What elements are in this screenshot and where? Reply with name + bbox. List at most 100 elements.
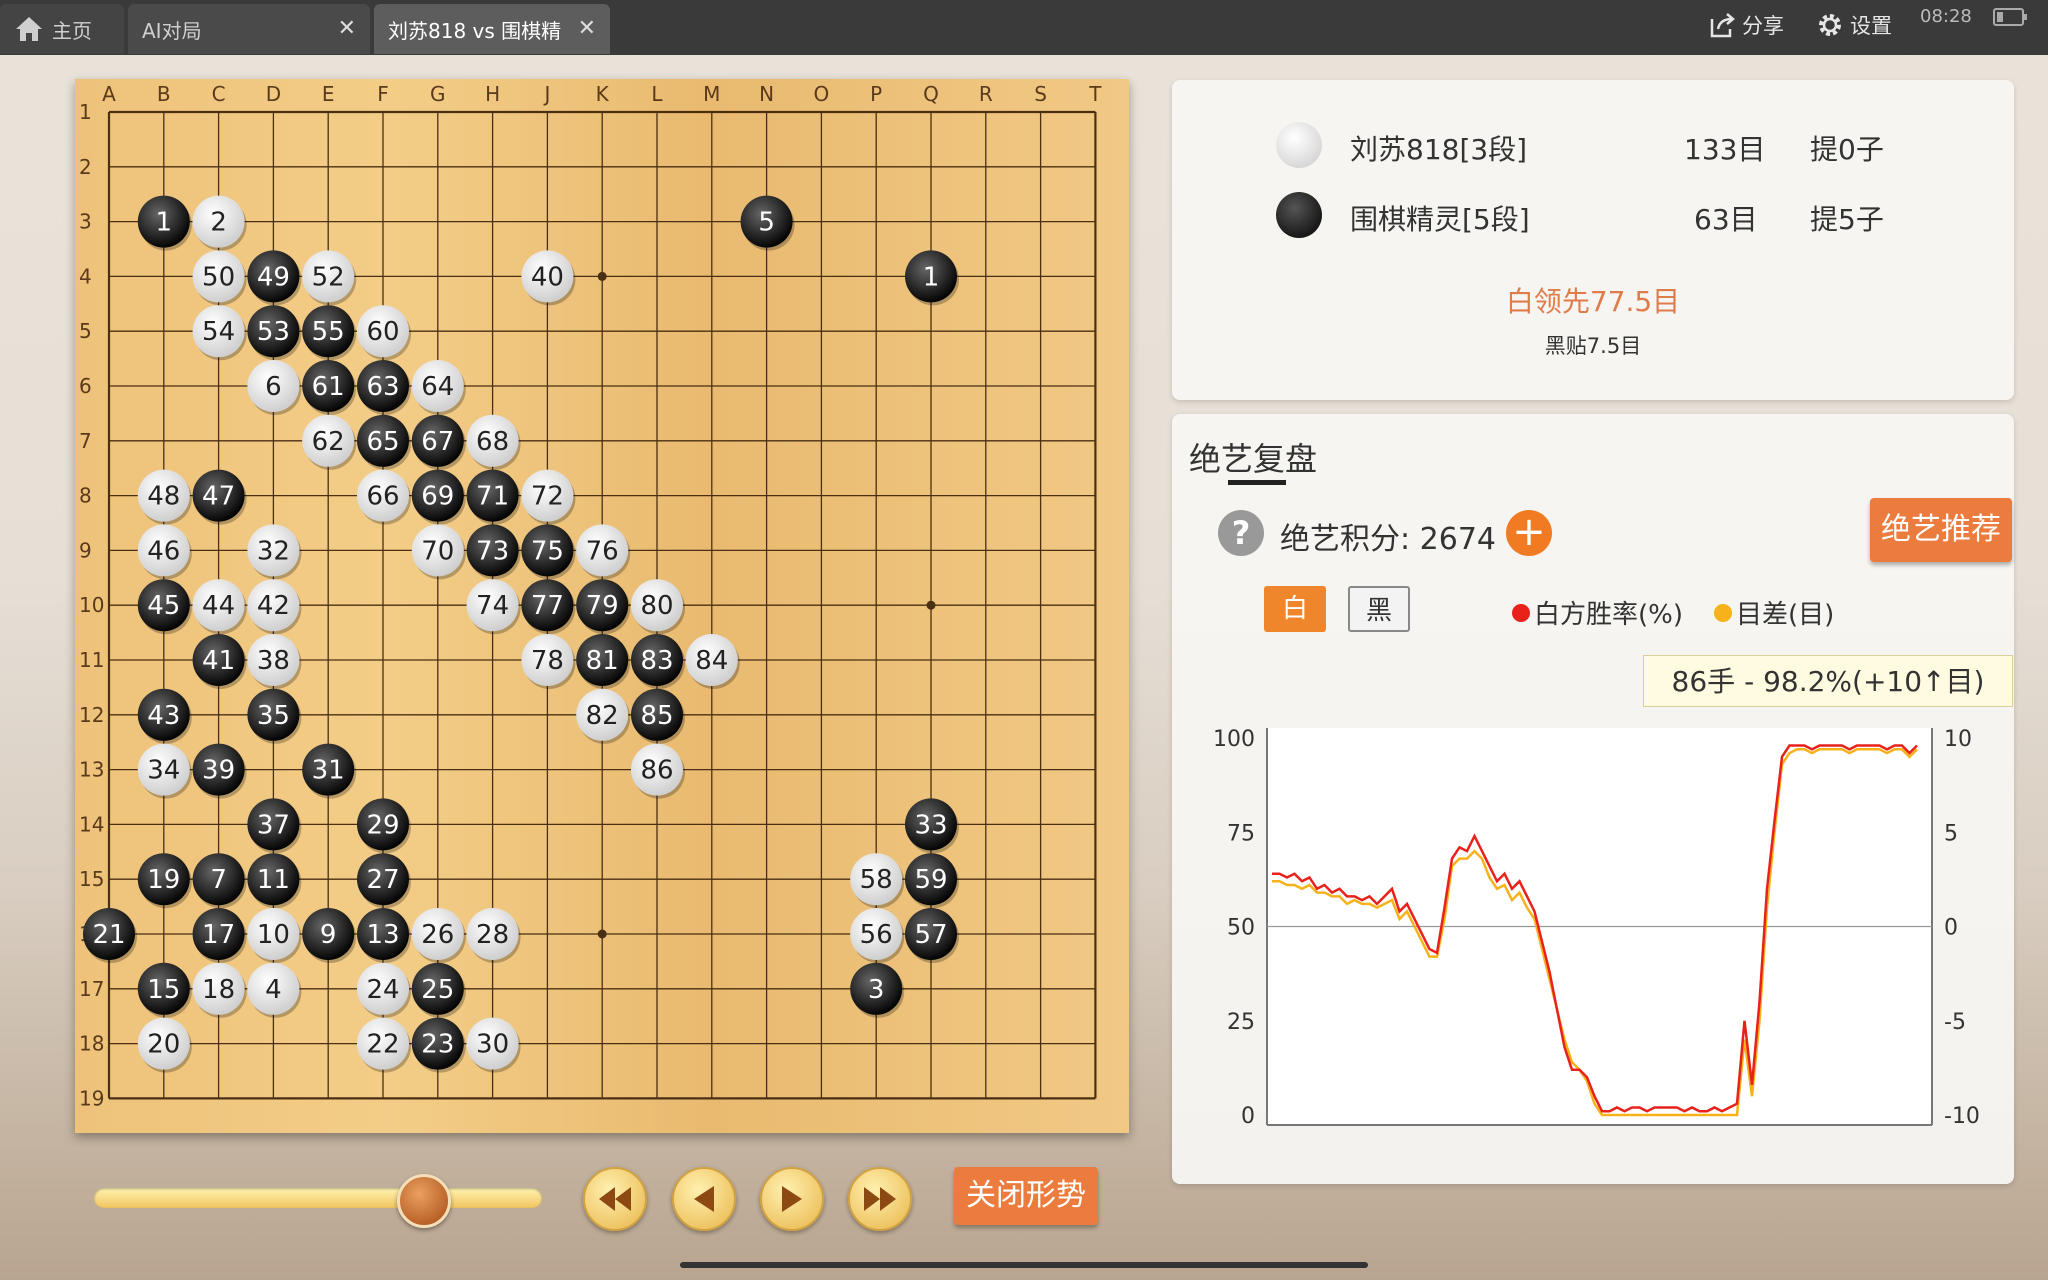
- tab-ai-game[interactable]: AI对局 ✕: [128, 4, 370, 54]
- stone-number: 60: [366, 317, 399, 347]
- column-label: S: [1034, 82, 1047, 106]
- go-stone: 60: [357, 305, 411, 361]
- row-label: 11: [79, 648, 104, 672]
- go-stone: 83: [631, 634, 685, 689]
- row-label: 17: [79, 977, 104, 1001]
- stone-number: 18: [202, 975, 235, 1005]
- stone-number: 83: [640, 646, 673, 676]
- row-label: 1: [79, 100, 92, 124]
- go-stone: 4: [247, 962, 302, 1018]
- row-label: 6: [79, 374, 92, 398]
- column-label: A: [102, 82, 116, 106]
- go-stone: 33: [905, 798, 959, 854]
- legend-diff: 目差(目): [1714, 594, 1834, 631]
- go-stone: 15: [137, 962, 192, 1018]
- column-label: H: [485, 82, 500, 106]
- go-stone: 6: [247, 360, 302, 415]
- go-stone: 42: [247, 579, 302, 635]
- legend-dot-red: [1512, 603, 1530, 622]
- stone-number: 80: [640, 591, 673, 621]
- go-stone: 31: [302, 743, 357, 799]
- slider-handle[interactable]: [397, 1174, 452, 1228]
- column-label: T: [1088, 82, 1102, 106]
- go-stone: 64: [411, 360, 466, 415]
- row-label: 10: [79, 593, 104, 617]
- board-grid: A B C D E F G H J K L M N O P Q R S T123456789101112131415…: [79, 82, 1102, 1110]
- row-label: 2: [79, 155, 92, 179]
- go-stone: 39: [192, 743, 247, 799]
- go-stone: 30: [466, 1017, 521, 1073]
- go-stone: 38: [247, 634, 302, 689]
- analysis-title: 绝艺复盘: [1189, 440, 1318, 478]
- stone-number: 24: [366, 975, 399, 1005]
- star-point: [597, 271, 607, 281]
- close-icon[interactable]: ✕: [578, 16, 596, 41]
- last-move-button[interactable]: [848, 1167, 912, 1231]
- y-tick-label: 0: [1241, 1104, 1255, 1129]
- stone-number: 55: [312, 317, 345, 347]
- share-label: 分享: [1742, 14, 1784, 38]
- y-tick-label: 75: [1227, 821, 1255, 846]
- recommend-button[interactable]: 绝艺推荐: [1870, 498, 2012, 562]
- stone-number: 42: [257, 591, 290, 621]
- go-stone: 70: [411, 524, 466, 580]
- black-toggle-button[interactable]: 黑: [1348, 586, 1410, 632]
- column-label: Q: [923, 82, 939, 106]
- go-stone: 47: [192, 469, 247, 525]
- stone-number: 65: [366, 427, 399, 457]
- stone-number: 11: [257, 865, 290, 895]
- tab-home-label: 主页: [52, 18, 92, 43]
- stone-number: 78: [531, 646, 564, 676]
- go-stone: 27: [357, 853, 411, 909]
- stone-number: 13: [366, 920, 399, 950]
- move-slider[interactable]: [94, 1188, 542, 1208]
- column-label: J: [542, 82, 550, 106]
- row-label: 8: [79, 484, 92, 508]
- share-button[interactable]: 分享: [1708, 10, 1784, 40]
- stone-number: 52: [312, 262, 345, 292]
- stone-number: 49: [257, 262, 290, 292]
- stone-number: 66: [366, 482, 399, 512]
- go-stone: 17: [192, 908, 247, 963]
- tab-current-game[interactable]: 刘苏818 vs 围棋精 ✕: [374, 4, 610, 54]
- star-point: [926, 600, 936, 610]
- y2-tick-label: 10: [1944, 727, 1972, 752]
- help-icon[interactable]: ?: [1218, 510, 1264, 556]
- column-label: M: [703, 82, 720, 106]
- first-move-button[interactable]: [583, 1167, 647, 1231]
- go-stone: 41: [192, 634, 247, 689]
- star-point: [597, 929, 607, 939]
- go-stone: 69: [411, 469, 466, 525]
- stone-number: 2: [210, 208, 227, 238]
- next-move-button[interactable]: [760, 1167, 824, 1231]
- stone-number: 29: [366, 810, 399, 840]
- forward-icon: [782, 1186, 802, 1212]
- go-stone: 62: [302, 414, 357, 470]
- stone-number: 85: [640, 701, 673, 731]
- stone-number: 81: [586, 646, 619, 676]
- stone-number: 19: [147, 865, 180, 895]
- stone-number: 64: [421, 372, 454, 402]
- go-board[interactable]: A B C D E F G H J K L M N O P Q R S T 1 2 3 4 5 6 7 8 9 10 11 12 13 14 15…: [75, 79, 1129, 1133]
- close-analysis-button[interactable]: 关闭形势: [954, 1167, 1098, 1225]
- stone-number: 70: [421, 536, 454, 566]
- go-stone: 80: [631, 579, 685, 635]
- go-stone: 9: [302, 908, 357, 963]
- komi-text: 黑贴7.5目: [1544, 334, 1642, 358]
- column-label: P: [870, 82, 882, 106]
- row-label: 4: [79, 264, 92, 288]
- tab-home[interactable]: 主页: [0, 4, 124, 54]
- legend-winrate: 白方胜率(%): [1512, 594, 1683, 631]
- chart-tooltip: 86手 - 98.2%(+10↑目): [1643, 655, 2013, 707]
- go-stone: 53: [247, 305, 302, 361]
- row-label: 14: [79, 812, 104, 836]
- go-stone: 73: [466, 524, 521, 580]
- close-icon[interactable]: ✕: [338, 16, 356, 41]
- column-label: L: [651, 82, 663, 106]
- prev-move-button[interactable]: [672, 1167, 736, 1231]
- white-toggle-button[interactable]: 白: [1264, 586, 1326, 632]
- go-stone: 34: [137, 743, 192, 799]
- add-score-button[interactable]: +: [1506, 510, 1552, 556]
- settings-button[interactable]: 设置: [1816, 10, 1892, 40]
- stone-number: 41: [202, 646, 235, 676]
